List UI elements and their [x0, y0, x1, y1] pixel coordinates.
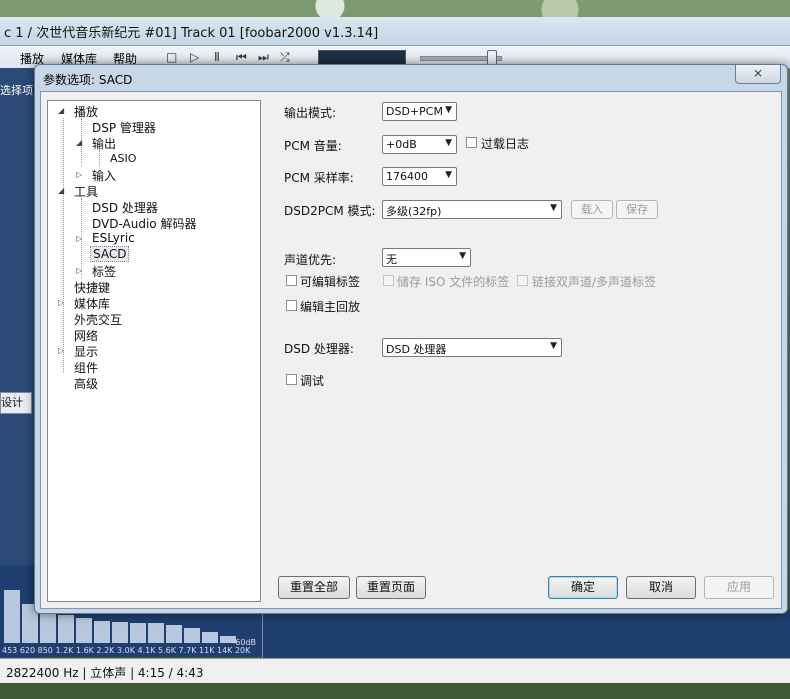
dropdown-arrow-icon: ▼: [445, 138, 452, 148]
dropdown-arrow-icon: ▼: [445, 170, 452, 180]
tree-item-output[interactable]: ◢ 输出: [76, 135, 118, 152]
output-mode-select[interactable]: DSD+PCM ▼: [382, 102, 457, 121]
pcm-samplerate-label: PCM 采样率:: [284, 171, 354, 185]
spectrum-bar: [166, 625, 182, 643]
collapsed-icon[interactable]: ▷: [76, 234, 82, 243]
next-icon[interactable]: ⏭: [258, 50, 269, 65]
store-iso-tags-checkbox[interactable]: [383, 275, 394, 286]
ok-button[interactable]: 确定: [548, 576, 618, 599]
dropdown-arrow-icon: ▼: [550, 203, 557, 213]
foobar-bottom-panel: [262, 610, 790, 658]
stop-icon[interactable]: □: [166, 50, 177, 64]
previous-icon[interactable]: ⏮: [236, 50, 247, 65]
random-icon[interactable]: ⤮: [280, 50, 290, 65]
tree-item-shell-integration[interactable]: 外壳交互: [72, 311, 124, 328]
tree-item-dsp-manager[interactable]: DSP 管理器: [90, 119, 158, 136]
spectrum-bar: [40, 611, 56, 643]
collapsed-icon[interactable]: ▷: [58, 346, 64, 355]
tree-item-advanced[interactable]: 高级: [72, 375, 100, 392]
dsd2pcm-mode-select[interactable]: 多级(32fp) ▼: [382, 200, 562, 219]
reset-all-button[interactable]: 重置全部: [278, 576, 350, 599]
foobar-status-bar: 2822400 Hz | 立体声 | 4:15 / 4:43: [0, 658, 790, 683]
store-iso-tags-label: 储存 ISO 文件的标签: [397, 275, 510, 289]
save-button[interactable]: 保存: [616, 200, 658, 219]
status-text: 2822400 Hz | 立体声 | 4:15 / 4:43: [6, 666, 204, 680]
play-icon[interactable]: ▷: [190, 50, 199, 64]
db-label: -60dB: [232, 638, 256, 647]
channel-priority-select[interactable]: 无 ▼: [382, 248, 471, 267]
preferences-dialog: 参数选项: SACD ⨯ ◢ 播放 DSP 管理器 ◢ 输出 ASIO ▷ 输入…: [34, 64, 788, 614]
debug-label: 调试: [300, 374, 325, 388]
tree-item-components[interactable]: 组件: [72, 359, 100, 376]
spectrum-bar: [130, 623, 146, 643]
edit-master-label: 编辑主回放: [300, 300, 361, 314]
spectrum-bar: [58, 615, 74, 643]
overload-log-label: 过载日志: [481, 137, 530, 151]
tree-item-input[interactable]: ▷ 输入: [76, 167, 118, 184]
close-icon: ⨯: [752, 66, 764, 80]
output-mode-label: 输出模式:: [284, 106, 337, 120]
dialog-client-area: ◢ 播放 DSP 管理器 ◢ 输出 ASIO ▷ 输入 ◢ 工具 DSD 处理器…: [40, 91, 782, 609]
debug-checkbox[interactable]: [286, 374, 297, 385]
spectrum-bar: [148, 623, 164, 643]
collapsed-icon[interactable]: ▷: [58, 298, 64, 307]
dialog-title: 参数选项: SACD: [43, 73, 133, 87]
dropdown-arrow-icon: ▼: [550, 341, 557, 351]
tree-item-display[interactable]: ▷ 显示: [58, 343, 100, 360]
tree-item-asio[interactable]: ASIO: [108, 151, 138, 165]
expanded-icon[interactable]: ◢: [58, 186, 64, 195]
dropdown-arrow-icon: ▼: [445, 105, 452, 115]
collapsed-icon[interactable]: ▷: [76, 170, 82, 179]
pause-icon[interactable]: Ⅱ: [214, 50, 220, 64]
close-button[interactable]: ⨯: [735, 65, 781, 84]
expanded-icon[interactable]: ◢: [76, 138, 82, 147]
dropdown-arrow-icon: ▼: [459, 251, 466, 261]
pcm-volume-select[interactable]: +0dB ▼: [382, 135, 457, 154]
foobar-window-title: c 1 / 次世代音乐新纪元 #01] Track 01 [foobar2000…: [4, 26, 379, 41]
tree-item-tags[interactable]: ▷ 标签: [76, 263, 118, 280]
tree-item-media-library[interactable]: ▷ 媒体库: [58, 295, 112, 312]
load-button[interactable]: 载入: [571, 200, 613, 219]
channel-priority-label: 声道优先:: [284, 253, 337, 267]
spectrum-bar: [4, 590, 20, 643]
spectrum-bar: [184, 628, 200, 643]
link-tags-label: 链接双声道/多声道标签: [532, 275, 657, 289]
expanded-icon[interactable]: ◢: [58, 106, 64, 115]
tree-item-dvd-audio-decoder[interactable]: DVD-Audio 解码器: [90, 215, 198, 232]
apply-button[interactable]: 应用: [704, 576, 774, 599]
dsd-processor-label: DSD 处理器:: [284, 342, 354, 356]
dsd2pcm-mode-label: DSD2PCM 模式:: [284, 204, 376, 218]
tree-item-eslyric[interactable]: ▷ ESLyric: [76, 231, 137, 245]
editable-tags-label: 可编辑标签: [300, 275, 361, 289]
dsd-processor-select[interactable]: DSD 处理器 ▼: [382, 338, 562, 357]
foobar-title-bar: c 1 / 次世代音乐新纪元 #01] Track 01 [foobar2000…: [0, 17, 790, 46]
collapsed-icon[interactable]: ▷: [76, 266, 82, 275]
reset-page-button[interactable]: 重置页面: [356, 576, 426, 599]
frequency-labels: 453 620 850 1.2K 1.6K 2.2K 3.0K 4.1K 5.6…: [2, 646, 251, 655]
edit-master-checkbox[interactable]: [286, 300, 297, 311]
cancel-button[interactable]: 取消: [626, 576, 696, 599]
preferences-tree[interactable]: ◢ 播放 DSP 管理器 ◢ 输出 ASIO ▷ 输入 ◢ 工具 DSD 处理器…: [47, 100, 261, 602]
tree-item-sacd[interactable]: SACD: [90, 246, 130, 262]
selection-label: 选择项: [0, 84, 33, 97]
tree-item-tools[interactable]: ◢ 工具: [58, 183, 100, 200]
tree-item-playback[interactable]: ◢ 播放: [58, 103, 100, 120]
pcm-samplerate-select[interactable]: 176400 ▼: [382, 167, 457, 186]
tree-item-dsd-processor[interactable]: DSD 处理器: [90, 199, 160, 216]
tree-item-shortcuts[interactable]: 快捷键: [72, 279, 112, 296]
spectrum-bar: [76, 618, 92, 643]
tree-item-networking[interactable]: 网络: [72, 327, 100, 344]
link-tags-checkbox[interactable]: [517, 275, 528, 286]
spectrum-bar: [112, 622, 128, 643]
spectrum-bar: [202, 632, 218, 643]
design-tab[interactable]: 设计: [0, 392, 32, 414]
overload-log-checkbox[interactable]: [466, 137, 477, 148]
editable-tags-checkbox[interactable]: [286, 275, 297, 286]
pcm-volume-label: PCM 音量:: [284, 139, 342, 153]
spectrum-bar: [94, 621, 110, 643]
